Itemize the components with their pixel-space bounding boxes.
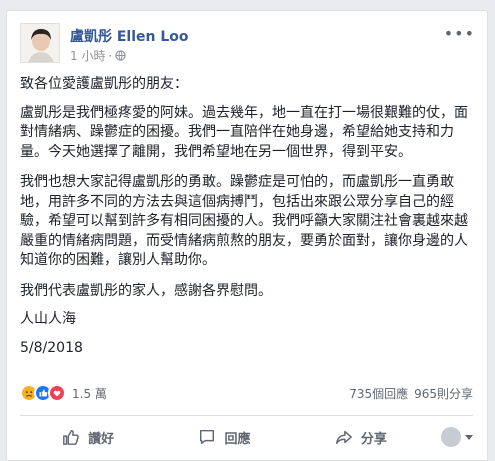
post-paragraph-2: 我們也想大家記得盧凱彤的勇敢。躁鬱症是可怕的，而盧凱彤一直勇敢地，用許多不同的方… [20,174,468,268]
comment-button[interactable]: 回應 [156,428,292,447]
thumbs-up-icon [63,429,79,445]
share-label: 分享 [360,431,387,447]
post-actions: 讚好 回應 分享 [20,421,473,453]
actions-divider [20,415,473,416]
post-paragraph-1: 盧凱彤是我們極疼愛的阿妹。過去幾年，地一直在打一場很艱難的仗，面對情緒病、躁鬱症… [20,104,468,160]
like-label: 讚好 [88,431,115,447]
share-button[interactable]: 分享 [293,428,429,447]
mini-avatar-icon [440,427,461,447]
post-meta: 1 小時 · [70,47,126,64]
reaction-count[interactable]: 1.5 萬 [72,385,107,402]
post-signature: 人山人海 [20,311,76,327]
meta-separator: · [108,48,113,63]
comment-icon [200,429,215,445]
post-paragraph-3: 我們代表盧凱彤的家人，感謝各界慰問。 [20,282,272,299]
more-options-icon[interactable]: ••• [444,26,475,42]
profile-selector[interactable] [429,427,473,447]
author-avatar[interactable] [20,23,60,63]
share-count[interactable]: 965則分享 [414,385,473,402]
post-time[interactable]: 1 小時 [70,47,105,64]
globe-icon[interactable] [115,50,126,61]
post-body: 致各位愛護盧凱彤的朋友： 盧凱彤是我們極疼愛的阿妹。過去幾年，地一直在打一場很艱… [20,75,473,369]
author-name[interactable]: 盧凱彤 Ellen Loo [70,26,189,46]
comment-label: 回應 [224,431,251,447]
like-button[interactable]: 讚好 [20,428,156,447]
share-arrow-icon [335,430,352,445]
chevron-down-icon [464,434,473,440]
comment-count[interactable]: 735個回應 [349,385,408,402]
post-date: 5/8/2018 [20,339,83,356]
post-header: 盧凱彤 Ellen Loo 1 小時 · ••• [20,23,475,67]
post-card: 盧凱彤 Ellen Loo 1 小時 · ••• 致各位愛護盧凱彤的朋友： 盧凱… [6,10,488,461]
reaction-icons[interactable] [20,384,66,402]
reactions-bar: 1.5 萬 735個回應 965則分享 [20,383,473,403]
engagement-stats: 735個回應 965則分享 [349,385,473,402]
love-reaction-icon [48,384,66,402]
post-greeting: 致各位愛護盧凱彤的朋友： [20,76,188,92]
